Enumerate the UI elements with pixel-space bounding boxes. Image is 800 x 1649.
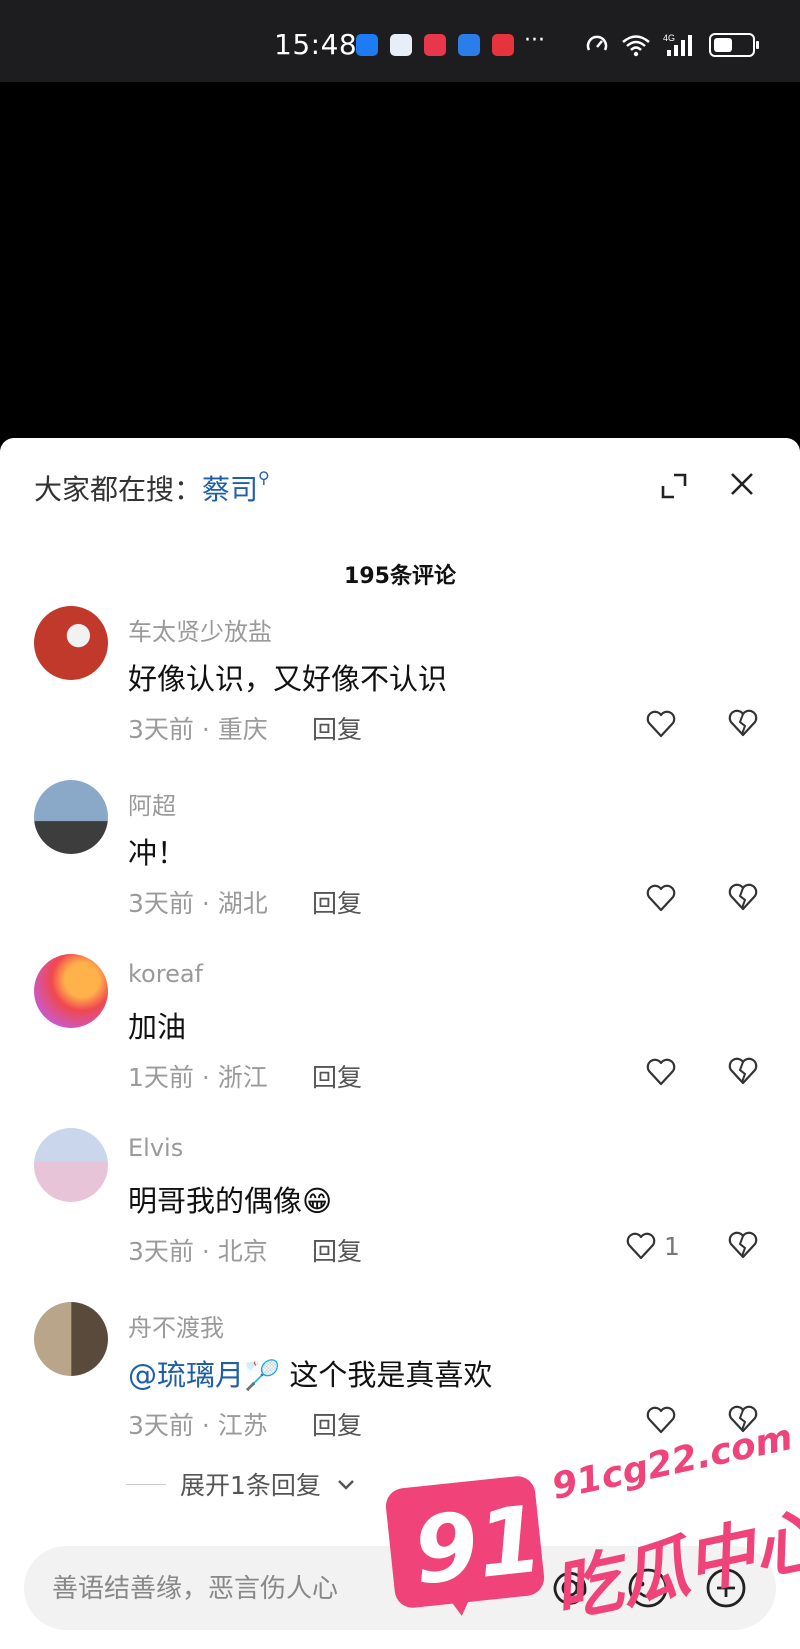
divider [126,1483,166,1485]
watermark-name: 吃瓜中心 [546,1499,800,1634]
search-prompt-label: 大家都在搜： [34,473,203,506]
search-term-link[interactable]: 蔡司 [202,473,258,506]
avatar[interactable] [34,1128,108,1202]
network-type-label: 4G [663,33,675,43]
comment-meta: 3天前 · 重庆 [128,715,268,744]
signal-icon: 4G [663,33,692,56]
expand-replies-button[interactable]: 展开1条回复 [126,1466,357,1502]
avatar[interactable] [34,954,108,1028]
heart-icon [626,1232,656,1260]
browser-app-icon [458,34,480,56]
comment-count: 195条评论 [344,564,456,589]
video-area[interactable] [0,82,800,440]
comment-text: 冲！ [128,836,187,870]
speed-icon [586,35,608,51]
comment-item[interactable]: koreaf 加油 1天前 · 浙江 回复 [0,954,800,1124]
avatar[interactable] [34,606,108,680]
search-icon: ⚲ [258,468,270,487]
comment-username[interactable]: 舟不渡我 [128,1308,224,1343]
chevron-down-icon [338,1480,354,1490]
more-notifications-icon: ··· [524,28,545,53]
comment-text: @琉璃月🏸 这个我是真喜欢 [128,1352,492,1394]
reply-button[interactable]: 回复 [312,1232,362,1268]
like-button[interactable]: 1 [624,1228,680,1264]
comment-meta: 3天前 · 湖北 [128,889,268,918]
comment-location: 江苏 [217,1411,268,1440]
comment-username[interactable]: 阿超 [128,786,176,821]
like-button[interactable] [644,880,684,916]
comment-meta: 3天前 · 北京 [128,1237,268,1266]
comment-item[interactable]: Elvis 明哥我的偶像😁 3天前 · 北京 回复 1 [0,1128,800,1298]
wifi-icon [622,35,650,57]
system-icons: 4G [585,32,759,58]
heart-icon [646,710,676,738]
comment-username[interactable]: koreaf [128,960,203,988]
search-suggestion[interactable]: 大家都在搜：蔡司⚲ [34,468,270,508]
like-button[interactable] [644,1054,684,1090]
security-app-icon [390,34,412,56]
watermark-logo: 91 91cg22.com 吃瓜中心 [380,1412,800,1642]
comment-username[interactable]: Elvis [128,1134,183,1162]
comment-time: 3天前 [128,715,194,744]
comment-text: 好像认识，又好像不认识 [128,662,448,696]
comment-username[interactable]: 车太贤少放盐 [128,612,272,647]
comment-location: 湖北 [217,889,268,918]
comment-meta: 3天前 · 江苏 [128,1411,268,1440]
comment-time: 3天前 [128,1411,194,1440]
battery-icon [709,33,759,57]
status-bar: 15:48 ··· 4G [0,0,800,82]
heart-icon [646,1058,676,1086]
reply-button[interactable]: 回复 [312,884,362,920]
avatar[interactable] [34,1302,108,1376]
video-app-icon [492,34,514,56]
broken-heart-icon[interactable] [726,1228,760,1262]
broken-heart-icon[interactable] [726,880,760,914]
like-count: 1 [664,1231,680,1261]
broken-heart-icon[interactable] [726,706,760,740]
comment-location: 重庆 [217,715,268,744]
like-button[interactable] [644,706,684,742]
comment-meta: 1天前 · 浙江 [128,1063,268,1092]
watermark-number: 91 [408,1485,548,1606]
reply-button[interactable]: 回复 [312,1058,362,1094]
comment-text-body: 🏸 这个我是真喜欢 [244,1358,493,1392]
reply-button[interactable]: 回复 [312,710,362,746]
comment-location: 浙江 [217,1063,268,1092]
comment-time: 3天前 [128,889,194,918]
close-icon[interactable] [728,470,756,498]
heart-icon [646,884,676,912]
comment-item[interactable]: 车太贤少放盐 好像认识，又好像不认识 3天前 · 重庆 回复 [0,606,800,776]
message-app-icon [356,34,378,56]
reply-button[interactable]: 回复 [312,1406,362,1442]
status-time: 15:48 [274,28,358,61]
expand-replies-label: 展开1条回复 [180,1471,321,1500]
comment-item[interactable]: 阿超 冲！ 3天前 · 湖北 回复 [0,780,800,950]
mention-link[interactable]: @琉璃月 [128,1358,244,1392]
notification-icons [356,34,514,56]
comment-text: 加油 [128,1010,187,1044]
comment-text: 明哥我的偶像😁 [128,1184,333,1218]
expand-icon[interactable] [660,472,688,500]
comment-location: 北京 [217,1237,268,1266]
comment-time: 3天前 [128,1237,194,1266]
comment-time: 1天前 [128,1063,194,1092]
shopping-app-icon [424,34,446,56]
avatar[interactable] [34,780,108,854]
broken-heart-icon[interactable] [726,1054,760,1088]
